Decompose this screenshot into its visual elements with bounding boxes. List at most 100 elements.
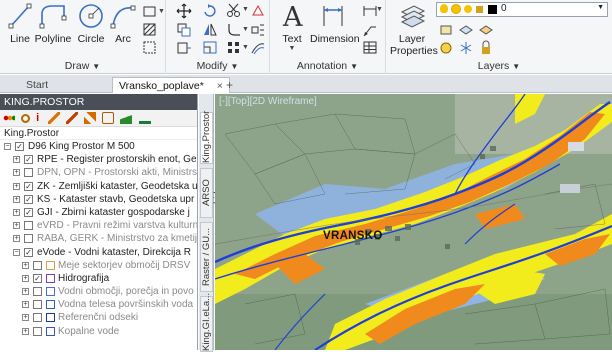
layer-visibility-checkbox[interactable] [33, 260, 42, 270]
layer-tree-row[interactable]: + Referenčni odseki [0, 311, 197, 324]
tab-vransko-poplave[interactable]: Vransko_poplave* × [112, 77, 230, 93]
layer-properties-button[interactable]: Layer Properties [390, 2, 438, 57]
layer-visibility-checkbox[interactable] [24, 234, 33, 244]
layer-tree-row[interactable]: − ✓ D96 King Prostor M 500 [0, 140, 197, 153]
expand-icon[interactable]: + [22, 288, 29, 296]
expand-icon[interactable]: + [13, 156, 20, 164]
expand-icon[interactable]: + [22, 301, 29, 309]
layer-visibility-checkbox[interactable] [33, 300, 42, 310]
array-icon[interactable] [226, 40, 242, 56]
layer-tree-row[interactable]: + Kopalne vode [0, 325, 197, 338]
copy-icon[interactable] [176, 22, 192, 38]
erase-icon[interactable] [250, 3, 266, 19]
layer-visibility-checkbox[interactable] [24, 221, 33, 231]
layer-dropdown[interactable]: 0 ▼ [436, 2, 608, 17]
layer-visibility-checkbox[interactable] [33, 326, 42, 336]
modify-panel-title[interactable]: Modify ▼ [166, 60, 269, 72]
layer-tree-row[interactable]: + eVRD - Pravni režimi varstva kulturne [0, 219, 197, 232]
layers-panel-title[interactable]: Layers ▼ [386, 60, 612, 72]
region-icon[interactable] [142, 40, 158, 56]
layer-tree-row[interactable]: + ✓ GJI - Zbirni kataster gospodarske j [0, 206, 197, 219]
freeze-layer-icon[interactable] [458, 40, 474, 56]
tools-icon[interactable] [84, 112, 97, 125]
layer-tree-row[interactable]: + RABA, GERK - Ministrstvo za kmetijst [0, 232, 197, 245]
side-tab-raster-gu[interactable]: Raster / GU... [200, 222, 213, 292]
expand-icon[interactable]: + [22, 327, 29, 335]
dimension-button[interactable]: Dimension [310, 2, 360, 45]
layer-tree-row[interactable]: + ✓ RPE - Register prostorskih enot, Ge [0, 153, 197, 166]
layer-tree-row[interactable]: + Vodni območji, porečja in povo [0, 285, 197, 298]
lock-layer-icon[interactable] [478, 40, 494, 56]
isolate-layer-icon[interactable] [478, 22, 494, 38]
draw-panel-title[interactable]: Draw ▼ [0, 60, 165, 72]
layer-tree-row[interactable]: + DPN, OPN - Prostorski akti, Ministrstv [0, 166, 197, 179]
line-button[interactable]: Line [6, 2, 34, 45]
arc-button[interactable]: Arc [110, 2, 136, 45]
viewport-label[interactable]: [-][Top][2D Wireframe] [219, 96, 317, 107]
side-tab-king-prostor[interactable]: King.Prostor [200, 111, 213, 164]
expand-icon[interactable]: + [22, 274, 29, 282]
circle-button[interactable]: Circle [76, 2, 106, 45]
layer-tree-row[interactable]: − ✓ eVode - Vodni kataster, Direkcija R [0, 246, 197, 259]
stretch-icon[interactable] [176, 40, 192, 56]
chevron-down-icon[interactable]: ▼ [158, 8, 165, 15]
layer-visibility-checkbox[interactable]: ✓ [24, 207, 33, 217]
search-icon[interactable] [21, 113, 31, 123]
layer-visibility-checkbox[interactable]: ✓ [24, 247, 33, 257]
layer-tree-row[interactable]: + ✓ ZK - Zemljiški kataster, Geodetska up [0, 180, 197, 193]
layer-visibility-checkbox[interactable] [33, 313, 42, 323]
scale-icon[interactable] [202, 40, 218, 56]
layer-tree-row[interactable]: + Meje sektorjev območij DRSV [0, 259, 197, 272]
layer-tree-row[interactable]: + Vodna telesa površinskih voda [0, 298, 197, 311]
layer-visibility-checkbox[interactable] [33, 287, 42, 297]
expand-icon[interactable]: + [13, 195, 20, 203]
expand-icon[interactable]: + [13, 208, 20, 216]
edit-icon[interactable] [66, 112, 79, 125]
layer-visibility-checkbox[interactable]: ✓ [24, 181, 33, 191]
network-icon[interactable] [102, 112, 115, 125]
layer-off-icon[interactable] [438, 40, 454, 56]
annotation-panel-title[interactable]: Annotation ▼ [270, 60, 385, 72]
terrain-icon[interactable] [120, 112, 133, 125]
trim-icon[interactable] [226, 3, 242, 19]
expand-icon[interactable]: + [22, 261, 29, 269]
leader-icon[interactable] [362, 22, 378, 38]
side-tab-arso-lidar[interactable]: ARSO Lidar [200, 168, 223, 218]
layer-state-icon[interactable] [458, 22, 474, 38]
mirror-icon[interactable] [202, 22, 218, 38]
move-icon[interactable] [176, 3, 192, 19]
tab-start[interactable]: Start [20, 77, 54, 93]
layer-visibility-checkbox[interactable]: ✓ [15, 142, 24, 151]
rectangle-icon[interactable] [142, 4, 158, 20]
layer-visibility-checkbox[interactable]: ✓ [24, 155, 33, 165]
match-layer-icon[interactable] [438, 22, 454, 38]
collapse-icon[interactable]: − [4, 143, 11, 150]
polyline-button[interactable]: Polyline [34, 2, 72, 45]
rotate-icon[interactable] [202, 3, 218, 19]
add-tab-icon[interactable]: + [226, 78, 233, 92]
expand-icon[interactable]: + [13, 182, 20, 190]
info-icon[interactable]: i [36, 112, 42, 124]
layer-tree-row[interactable]: + ✓ KS - Kataster stavb, Geodetska upr [0, 193, 197, 206]
collapse-icon[interactable]: − [13, 248, 20, 256]
text-button[interactable]: A Text ▼ [278, 2, 306, 52]
expand-icon[interactable]: + [13, 222, 20, 230]
drawing-canvas[interactable]: [-][Top][2D Wireframe] VRANSKO [215, 94, 612, 350]
table-icon[interactable] [362, 40, 378, 56]
expand-icon[interactable]: + [13, 235, 20, 243]
hatch-icon[interactable] [142, 22, 158, 38]
layers-dots-icon[interactable] [3, 112, 15, 125]
measure-icon[interactable] [138, 112, 151, 125]
expand-icon[interactable]: + [22, 314, 29, 322]
explode-icon[interactable] [250, 22, 266, 38]
layer-tree-row[interactable]: + ✓ Hidrografija [0, 272, 197, 285]
close-icon[interactable]: × [217, 80, 223, 92]
layer-visibility-checkbox[interactable]: ✓ [24, 194, 33, 204]
side-tab-king-gi[interactable]: King.GI.eLa... [200, 293, 213, 352]
expand-icon[interactable]: + [13, 169, 20, 177]
layer-visibility-checkbox[interactable]: ✓ [33, 273, 42, 283]
layer-visibility-checkbox[interactable] [24, 168, 33, 178]
offset-icon[interactable] [250, 40, 266, 56]
fillet-icon[interactable] [226, 22, 242, 38]
pencil-icon[interactable] [48, 112, 61, 125]
